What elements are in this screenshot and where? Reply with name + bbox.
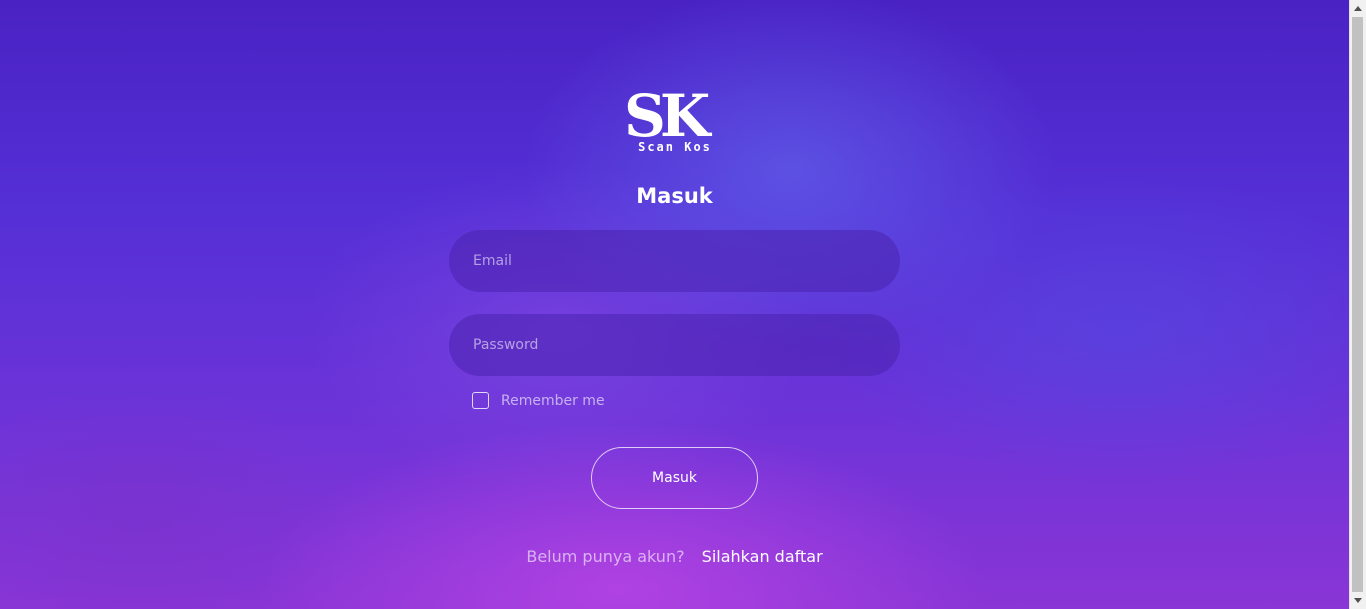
register-prompt: Belum punya akun? Silahkan daftar bbox=[0, 547, 1349, 566]
remember-checkbox[interactable] bbox=[472, 392, 489, 409]
chevron-up-icon[interactable] bbox=[1350, 0, 1366, 17]
email-field-wrapper bbox=[449, 230, 900, 292]
logo-mark: SK bbox=[624, 82, 719, 150]
brand-logo: SK Scan Kos bbox=[620, 80, 730, 160]
vertical-scrollbar[interactable] bbox=[1349, 0, 1366, 609]
chevron-down-icon[interactable] bbox=[1350, 592, 1366, 609]
remember-me[interactable]: Remember me bbox=[472, 392, 605, 409]
email-field[interactable] bbox=[471, 252, 878, 270]
register-question: Belum punya akun? bbox=[526, 547, 685, 566]
logo-subtitle: Scan Kos bbox=[638, 140, 712, 154]
page-title: Masuk bbox=[636, 184, 713, 208]
login-page: SK Scan Kos Masuk Remember me Masuk Belu… bbox=[0, 0, 1366, 609]
login-button[interactable]: Masuk bbox=[591, 447, 758, 509]
password-field[interactable] bbox=[471, 336, 878, 354]
remember-label: Remember me bbox=[501, 392, 605, 409]
register-link[interactable]: Silahkan daftar bbox=[702, 547, 823, 566]
password-field-wrapper bbox=[449, 314, 900, 376]
svg-text:SK: SK bbox=[624, 82, 713, 142]
scrollbar-thumb[interactable] bbox=[1352, 17, 1363, 592]
